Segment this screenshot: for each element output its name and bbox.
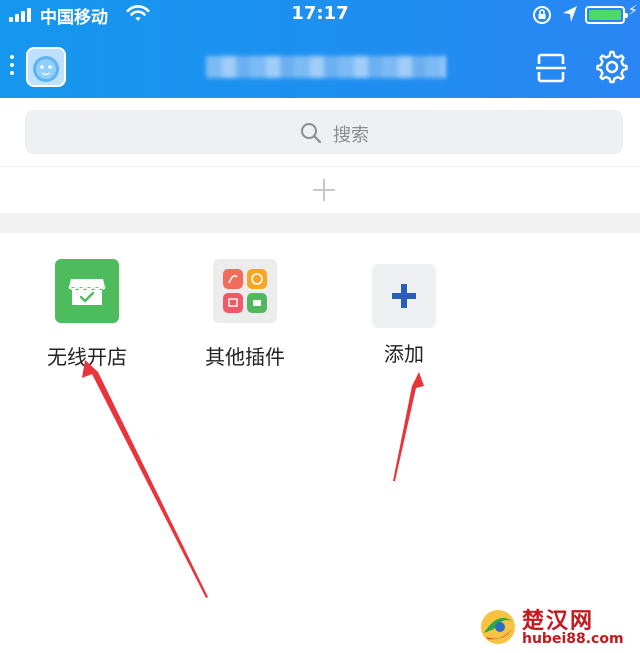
scan-button[interactable] [534,51,568,85]
battery-icon [585,6,628,24]
settings-button[interactable] [595,50,629,84]
app-other-plugins[interactable]: 其他插件 [195,259,295,370]
avatar[interactable] [26,47,66,87]
app-header: 中国移动 17:17 ⚡ [0,0,640,98]
menu-dots-icon[interactable] [10,55,14,79]
add-row-button[interactable] [0,167,640,213]
nav-bar [0,38,640,98]
plugin-grid-icon [213,259,277,323]
search-icon [301,123,322,144]
section-gap [0,213,640,233]
search-bar[interactable]: 搜索 [25,110,623,154]
search-placeholder: 搜索 [333,125,369,146]
watermark-logo [481,610,515,644]
watermark: 楚汉网 hubei88.com [478,603,638,651]
arrow-to-add [393,372,424,481]
store-icon [55,259,119,323]
scan-icon [536,53,566,83]
status-bar: 中国移动 17:17 ⚡ [0,0,640,30]
plus-icon [372,264,436,328]
plus-icon [313,179,335,201]
app-label: 添加 [384,342,424,366]
arrow-to-wireless-store [82,360,208,598]
app-wireless-store[interactable]: 无线开店 [37,259,137,370]
page-title [206,56,446,78]
rotation-lock-icon [533,6,551,24]
location-icon [563,6,577,22]
gear-icon [596,50,628,84]
watermark-url: hubei88.com [522,631,624,647]
screen: 中国移动 17:17 ⚡ 搜索 无线开店 其他插件 添加 楚汉网 hubei88… [0,0,640,653]
app-label: 其他插件 [205,345,285,369]
app-add[interactable]: 添加 [354,264,454,367]
charging-icon: ⚡ [628,3,638,19]
app-label: 无线开店 [47,345,127,369]
